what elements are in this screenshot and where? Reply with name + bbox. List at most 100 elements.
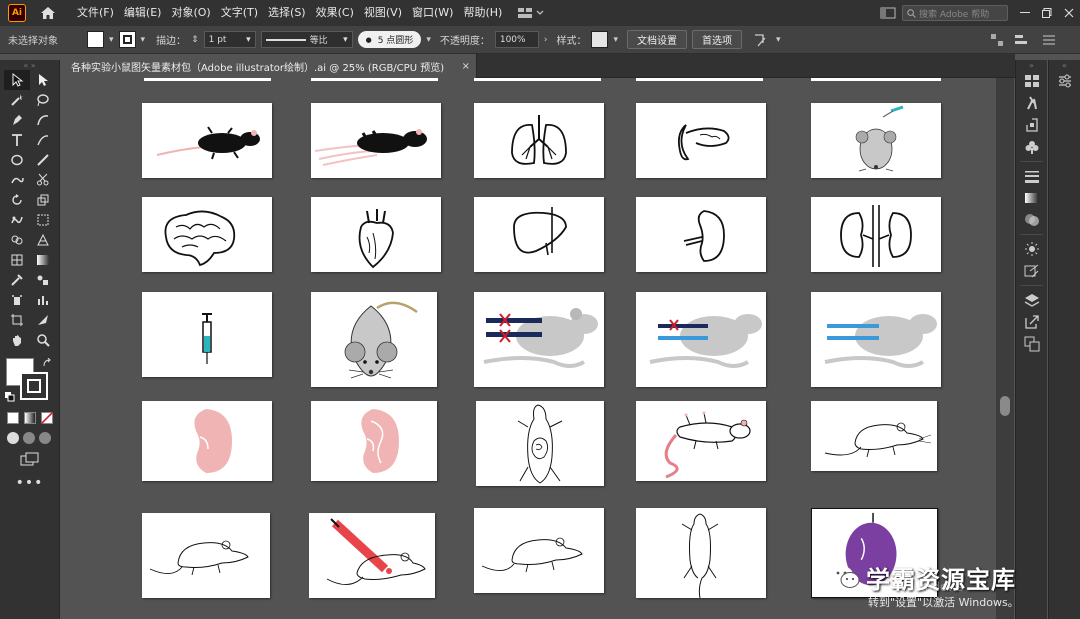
free-transform-tool-icon[interactable]: [30, 210, 56, 230]
graphic-styles-icon[interactable]: [1016, 260, 1048, 282]
document-tab[interactable]: 各种实验小鼠图矢量素材包（Adobe illustrator绘制）.ai @ 2…: [61, 54, 477, 78]
stroke-swatch[interactable]: [118, 31, 136, 48]
artboard-outline-mouse-3[interactable]: [474, 508, 604, 593]
opacity-arrow-icon[interactable]: ›: [544, 35, 548, 45]
quick-actions-icon[interactable]: [753, 32, 771, 48]
artboard-kidneys[interactable]: [811, 197, 941, 272]
gradient-panel-icon[interactable]: [1016, 187, 1048, 209]
minimize-button[interactable]: [1014, 0, 1036, 26]
draw-inside-icon[interactable]: [39, 432, 51, 444]
draw-behind-icon[interactable]: [23, 432, 35, 444]
style-swatch[interactable]: [591, 31, 609, 48]
menu-view[interactable]: 视图(V): [359, 0, 407, 26]
stroke-weight-field[interactable]: 1 pt ▾: [203, 31, 256, 48]
swatches-icon[interactable]: [1016, 70, 1048, 92]
workspace-switcher[interactable]: [517, 7, 544, 19]
toolbar-grip[interactable]: « »: [0, 60, 59, 70]
magic-wand-tool-icon[interactable]: [4, 90, 30, 110]
artboard-heart[interactable]: [311, 197, 441, 272]
rectangle-tool-icon[interactable]: [4, 150, 30, 170]
gradient-mode-icon[interactable]: [24, 412, 36, 424]
stroke-stepper-icon[interactable]: ⇕: [191, 35, 199, 45]
menu-effect[interactable]: 效果(C): [311, 0, 359, 26]
brush-dropdown-icon[interactable]: ▾: [426, 35, 431, 45]
artboard-mouse-blue-bars[interactable]: [811, 292, 941, 387]
blend-tool-icon[interactable]: [30, 270, 56, 290]
layers-panel-icon[interactable]: [1016, 289, 1048, 311]
rotate-tool-icon[interactable]: [4, 190, 30, 210]
properties-panel-icon[interactable]: [1049, 70, 1080, 92]
draw-normal-icon[interactable]: [7, 432, 19, 444]
none-mode-icon[interactable]: [41, 412, 53, 424]
quick-actions-dropdown-icon[interactable]: ▾: [776, 35, 781, 45]
brush-definition[interactable]: ● 5 点圆形: [357, 31, 422, 48]
artboard-grey-mouse-front[interactable]: [311, 292, 437, 387]
artboard-dead-black-mouse[interactable]: [142, 103, 272, 178]
edit-toolbar-icon[interactable]: •••: [0, 475, 59, 491]
close-tab-icon[interactable]: ×: [462, 61, 470, 72]
artboard-supine-mouse[interactable]: [636, 401, 766, 481]
pen-tool-icon[interactable]: [4, 110, 30, 130]
asset-export-icon[interactable]: [1016, 311, 1048, 333]
align-icon[interactable]: [1014, 33, 1030, 47]
menu-type[interactable]: 文字(T): [216, 0, 263, 26]
menu-object[interactable]: 对象(O): [166, 0, 215, 26]
opacity-field[interactable]: 100%: [494, 31, 539, 48]
restore-button[interactable]: [1036, 0, 1058, 26]
warp-tool-icon[interactable]: [4, 210, 30, 230]
type-tool-icon[interactable]: [4, 130, 30, 150]
arrange-documents-icon[interactable]: [880, 6, 896, 20]
artboard-grey-mouse-syringe[interactable]: [811, 103, 941, 178]
line-tool-icon[interactable]: [30, 130, 56, 150]
swap-fill-stroke-icon[interactable]: [42, 358, 52, 368]
menu-select[interactable]: 选择(S): [263, 0, 311, 26]
artboards-panel-icon[interactable]: [1016, 333, 1048, 355]
close-button[interactable]: [1058, 0, 1080, 26]
artboard-syringe[interactable]: [142, 292, 272, 377]
brushes-icon[interactable]: [1016, 92, 1048, 114]
artboard-pink-kidney[interactable]: [142, 401, 272, 481]
lasso-tool-icon[interactable]: [30, 90, 56, 110]
transparency-panel-icon[interactable]: [1016, 209, 1048, 231]
stroke-dropdown-icon[interactable]: ▾: [141, 35, 146, 45]
artboard-motion-black-mouse[interactable]: [311, 103, 441, 178]
scale-tool-icon[interactable]: [30, 190, 56, 210]
zoom-tool-icon[interactable]: [30, 330, 56, 350]
arrange-icon[interactable]: [990, 33, 1004, 47]
artboard-tool-icon[interactable]: [4, 310, 30, 330]
menu-window[interactable]: 窗口(W): [407, 0, 458, 26]
hand-tool-icon[interactable]: [4, 330, 30, 350]
artboard-canvas[interactable]: [61, 78, 996, 619]
document-setup-button[interactable]: 文档设置: [626, 30, 687, 49]
artboard-mouse-red-x[interactable]: [474, 292, 604, 387]
selection-tool-icon[interactable]: [3, 70, 30, 90]
screen-mode-icon[interactable]: [0, 452, 59, 469]
preferences-button[interactable]: 首选项: [691, 30, 742, 49]
variable-width-profile[interactable]: 等比 ▾: [260, 31, 353, 48]
scissors-tool-icon[interactable]: [30, 170, 56, 190]
artboard-brain[interactable]: [142, 197, 272, 272]
artboard-stomach-pancreas[interactable]: [636, 103, 766, 178]
symbol-sprayer-tool-icon[interactable]: [4, 290, 30, 310]
column-graph-tool-icon[interactable]: [30, 290, 56, 310]
dock2-grip[interactable]: «: [1049, 60, 1080, 70]
artboard-pink-kidney-section[interactable]: [311, 401, 437, 481]
stroke-panel-icon[interactable]: [1016, 165, 1048, 187]
curvature-tool-icon[interactable]: [30, 110, 56, 130]
fill-dropdown-icon[interactable]: ▾: [109, 35, 114, 45]
artboard-mouse-injection[interactable]: [309, 513, 435, 598]
shape-builder-tool-icon[interactable]: [4, 230, 30, 250]
menu-file[interactable]: 文件(F): [72, 0, 119, 26]
shaper-tool-icon[interactable]: [4, 170, 30, 190]
artboard-kidney-half[interactable]: [636, 197, 766, 272]
direct-selection-tool-icon[interactable]: [30, 70, 56, 90]
default-colors-icon[interactable]: [5, 392, 15, 402]
color-mode-icon[interactable]: [7, 412, 19, 424]
club-symbol-icon[interactable]: [1016, 136, 1048, 158]
fill-swatch[interactable]: [87, 31, 104, 48]
artboard-lungs[interactable]: [474, 103, 604, 178]
stroke-color-box[interactable]: [20, 372, 48, 400]
symbols-icon[interactable]: [1016, 114, 1048, 136]
appearance-panel-icon[interactable]: [1016, 238, 1048, 260]
scrollbar-thumb[interactable]: [1000, 396, 1010, 416]
